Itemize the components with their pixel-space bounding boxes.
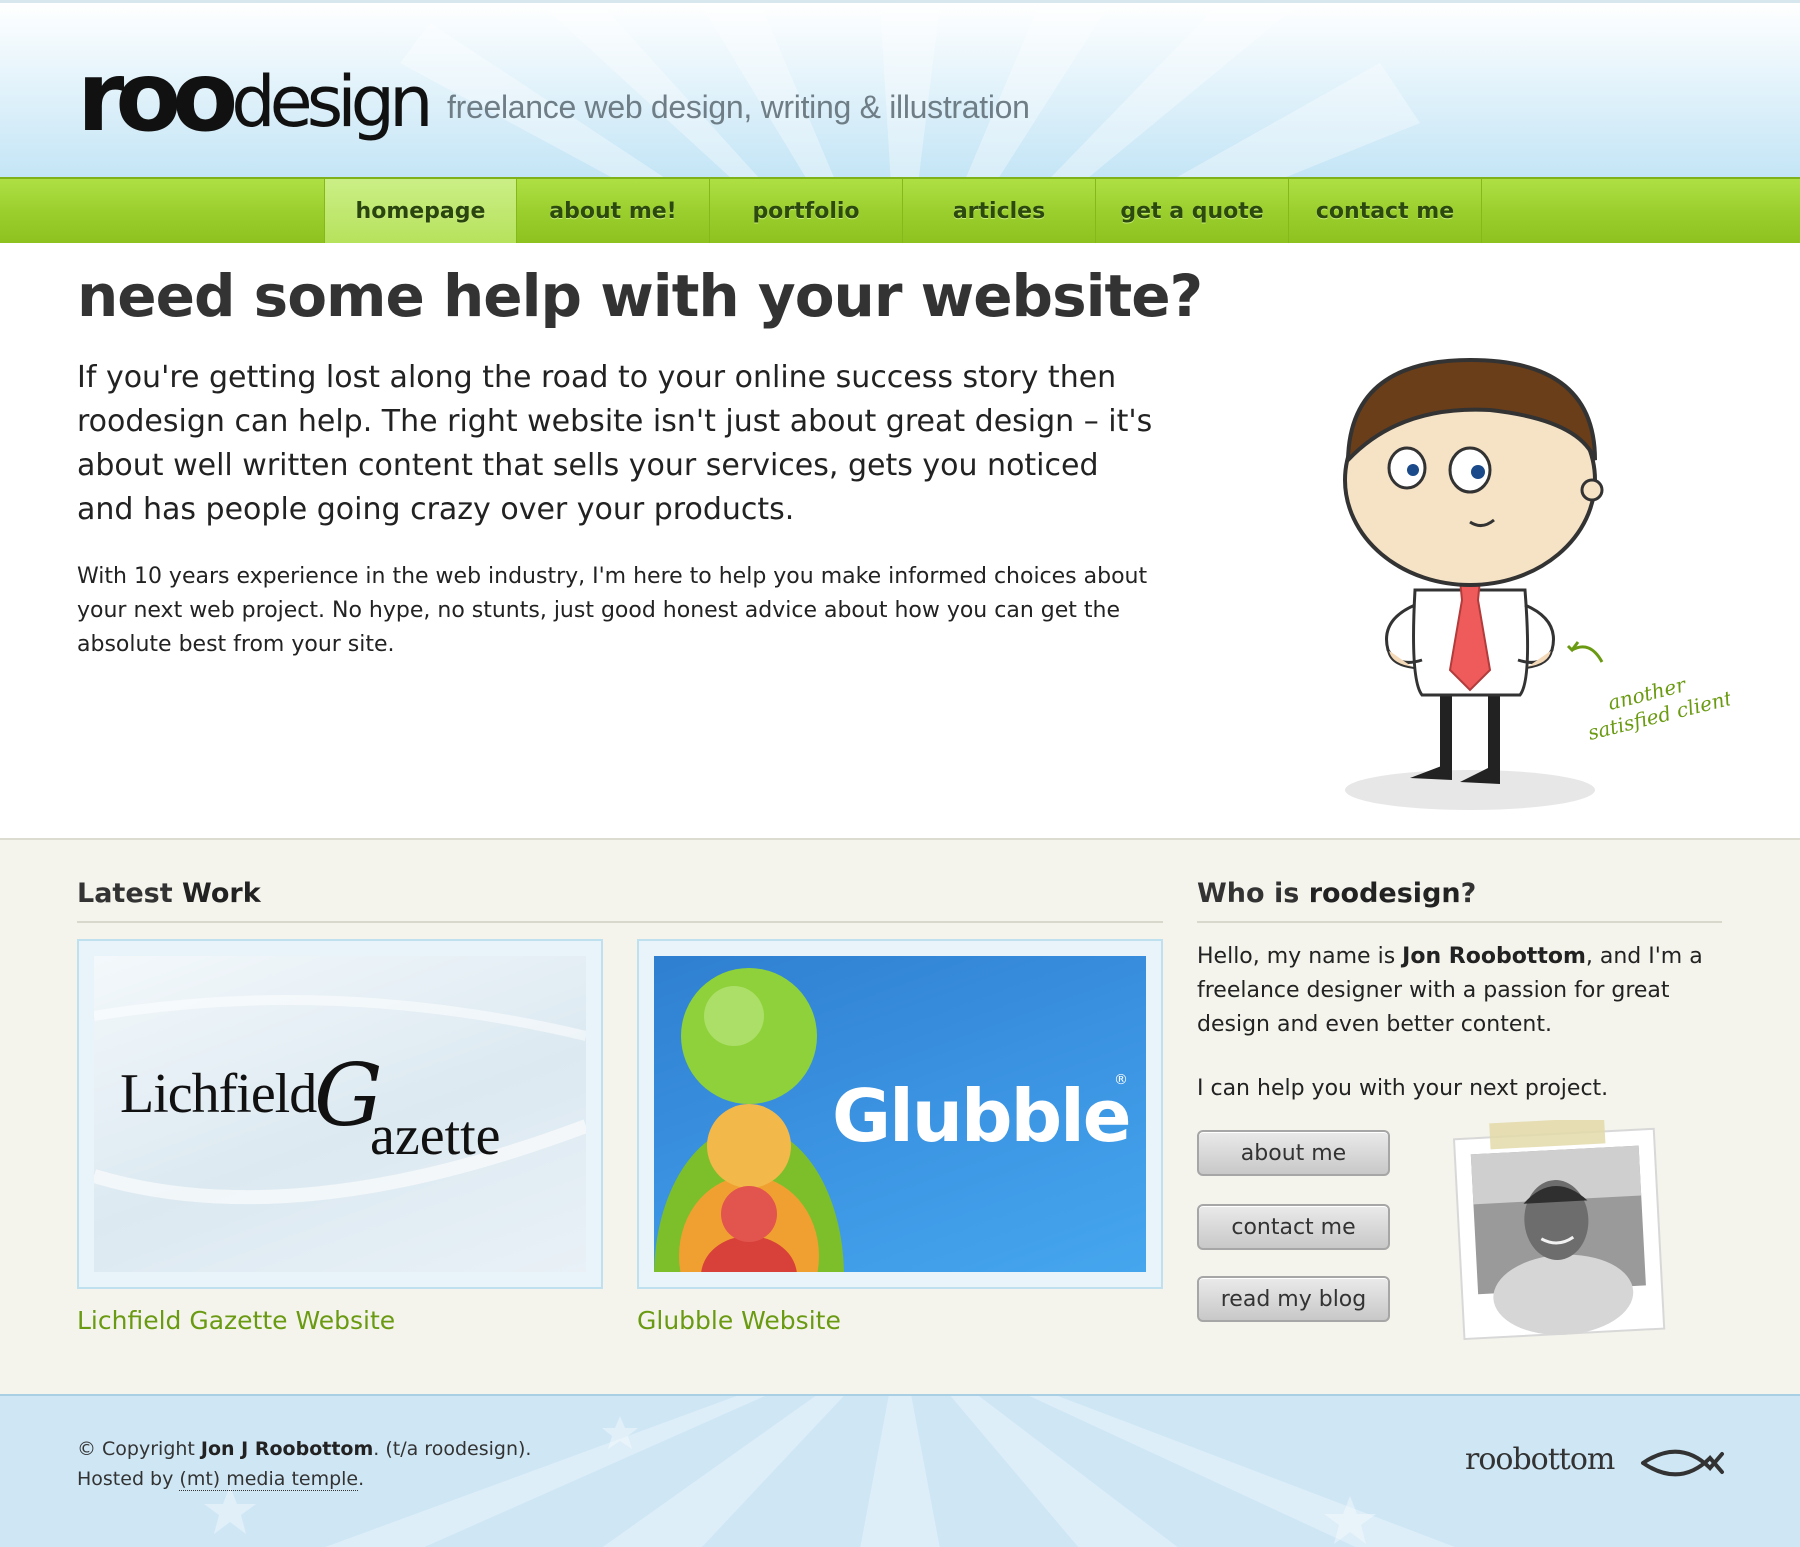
intro-body-paragraph: With 10 years experience in the web indu… xyxy=(77,564,1148,657)
glubble-link[interactable]: Glubble Website xyxy=(637,1306,841,1335)
nav-item-about[interactable]: about me! xyxy=(517,179,710,243)
who-intro-paragraph: Hello, my name is Jon Roobottom, and I'm… xyxy=(1197,940,1717,1042)
copyright-end: . (t/a roodesign). xyxy=(373,1438,532,1460)
site-logo[interactable]: roo design xyxy=(77,41,433,153)
contact-me-button[interactable]: contact me xyxy=(1197,1204,1390,1250)
site-header: roo design freelance web design, writing… xyxy=(0,0,1800,177)
nav-item-portfolio[interactable]: portfolio xyxy=(710,179,903,243)
copyright-name: Jon J Roobottom xyxy=(200,1438,374,1460)
who-heading-plain: Who is xyxy=(1197,878,1309,909)
copyright-start: © Copyright xyxy=(77,1438,201,1460)
hosted-by-end: . xyxy=(358,1468,365,1490)
who-is-heading: Who is roodesign? xyxy=(1197,878,1722,923)
logo-design: design xyxy=(231,61,433,143)
nav-item-articles[interactable]: articles xyxy=(903,179,1096,243)
nav-item-contact[interactable]: contact me xyxy=(1289,179,1482,243)
glubble-thumbnail: Glubble ® xyxy=(654,956,1146,1272)
copyright-line: © Copyright Jon J Roobottom. (t/a roodes… xyxy=(77,1434,531,1464)
roobottom-logo[interactable]: roobottom xyxy=(1465,1442,1615,1477)
lichfield-gazette-thumbnail: Lichfield G azette xyxy=(94,956,586,1272)
nav-item-quote[interactable]: get a quote xyxy=(1096,179,1289,243)
footer-copyright: © Copyright Jon J Roobottom. (t/a roodes… xyxy=(77,1434,531,1494)
lichfield-logo-text-1: Lichfield xyxy=(120,1063,317,1125)
work-card-lichfield[interactable]: Lichfield G azette xyxy=(77,939,603,1289)
hosted-by-text: Hosted by xyxy=(77,1468,180,1490)
intro-lead-paragraph: If you're getting lost along the road to… xyxy=(77,360,1153,527)
latest-work-heading: Latest Work xyxy=(77,878,1163,923)
page-title: need some help with your website? xyxy=(77,262,1203,330)
media-temple-link[interactable]: (mt) media temple xyxy=(179,1468,359,1491)
read-my-blog-button[interactable]: read my blog xyxy=(1197,1276,1390,1322)
hosted-by-line: Hosted by (mt) media temple. xyxy=(77,1464,531,1494)
latest-work-heading-plain: Latest xyxy=(77,878,183,909)
who-help-paragraph: I can help you with your next project. xyxy=(1197,1076,1609,1101)
registered-mark-icon: ® xyxy=(1114,1072,1128,1088)
site-footer: © Copyright Jon J Roobottom. (t/a roodes… xyxy=(0,1394,1800,1547)
who-heading-bold: roodesign xyxy=(1308,878,1461,909)
main-nav: homepage about me! portfolio articles ge… xyxy=(0,177,1800,243)
lower-section: Latest Work Lichfield G azette Glubble ®… xyxy=(0,838,1800,1394)
lichfield-gazette-link[interactable]: Lichfield Gazette Website xyxy=(77,1306,395,1335)
work-card-glubble[interactable]: Glubble ® xyxy=(637,939,1163,1289)
fish-icon xyxy=(1641,1449,1724,1477)
profile-polaroid-photo xyxy=(1452,1120,1666,1341)
who-heading-end: ? xyxy=(1460,878,1477,909)
who-intro-start: Hello, my name is xyxy=(1197,944,1403,969)
about-me-button[interactable]: about me xyxy=(1197,1130,1390,1176)
glubble-logo-text: Glubble xyxy=(832,1074,1132,1158)
nav-item-homepage[interactable]: homepage xyxy=(324,179,517,243)
nav-list: homepage about me! portfolio articles ge… xyxy=(324,179,1482,243)
lichfield-logo-text-2: azette xyxy=(370,1105,501,1167)
site-tagline: freelance web design, writing & illustra… xyxy=(447,89,1030,125)
satisfied-client-illustration: another satisfied client xyxy=(1343,357,1730,810)
latest-work-heading-bold: Work xyxy=(182,878,261,909)
who-name: Jon Roobottom xyxy=(1402,944,1586,969)
logo-roo: roo xyxy=(77,41,238,153)
